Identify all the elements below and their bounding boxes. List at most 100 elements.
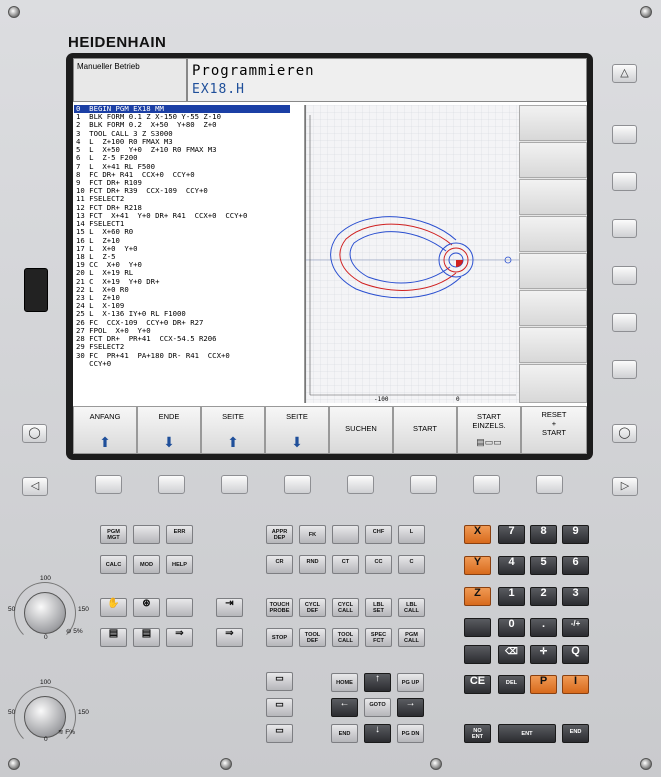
lbl-call-key[interactable]: LBL CALL [398,598,425,617]
positioning-key[interactable]: ⇥ [216,598,243,617]
no-ent-key[interactable]: NO ENT [464,724,491,743]
q-key[interactable]: Q [562,645,589,664]
num-3-key[interactable]: 3 [562,587,589,606]
vertical-softkey[interactable] [519,179,587,215]
mod-key[interactable]: MOD [133,555,160,574]
end-block-key[interactable]: END [562,724,589,743]
vertical-softkey[interactable] [519,253,587,289]
err-key[interactable]: ERR [166,525,193,544]
num-2-key[interactable]: 2 [530,587,557,606]
num-7-key[interactable]: 7 [498,525,525,544]
chf-key[interactable]: CHF [365,525,392,544]
backspace-key[interactable]: ⌫ [498,645,525,664]
end-key[interactable]: END [331,724,358,743]
cycl-call-key[interactable]: CYCL CALL [332,598,359,617]
softkey-seite-down[interactable]: SEITE ⬇ [265,406,329,454]
vertical-softkey[interactable] [519,290,587,326]
page-down-key[interactable]: PG DN [397,724,424,743]
softkey-anfang[interactable]: ANFANG ⬆ [73,406,137,454]
side-key[interactable] [612,219,637,238]
handwheel-mode-key[interactable]: ⊛ [133,598,160,617]
ent-key[interactable]: ENT [498,724,556,743]
side-key[interactable] [612,125,637,144]
appr-dep-key[interactable]: APPR DEP [266,525,293,544]
calc-key[interactable]: CALC [100,555,127,574]
ct-key[interactable]: CT [332,555,359,574]
axis-key[interactable] [464,645,491,664]
pgm-mgt-key[interactable]: PGM MGT [100,525,127,544]
vertical-softkey[interactable] [519,327,587,363]
axis-x-key[interactable]: X [464,525,491,544]
lbl-set-key[interactable]: LBL SET [365,598,392,617]
vertical-softkey[interactable] [519,364,587,403]
pgm-call-key[interactable]: PGM CALL [398,628,425,647]
num-1-key[interactable]: 1 [498,587,525,606]
num-8-key[interactable]: 8 [530,525,557,544]
arrow-down-key[interactable]: ↓ [364,724,391,743]
spindle-override-knob[interactable] [24,592,66,634]
blank-key[interactable] [332,525,359,544]
page-up-key[interactable]: PG UP [397,673,424,692]
help-key[interactable]: HELP [166,555,193,574]
horizontal-key[interactable] [221,475,248,494]
goto-key[interactable]: GOTO [364,698,391,717]
edit-mode-key[interactable]: ⇒ [216,628,243,647]
horizontal-key[interactable] [347,475,374,494]
side-key[interactable] [612,172,637,191]
horizontal-key[interactable] [158,475,185,494]
cc-key[interactable]: CC [365,555,392,574]
blank-key[interactable] [133,525,160,544]
softkey-cycle-left-button[interactable]: ◯ [22,424,47,443]
file-key[interactable]: ▭ [266,672,293,691]
softkey-start-einzels[interactable]: START EINZELS. ▤▭▭ [457,406,521,454]
tool-call-key[interactable]: TOOL CALL [332,628,359,647]
softkey-ende[interactable]: ENDE ⬇ [137,406,201,454]
horizontal-key[interactable] [410,475,437,494]
num-5-key[interactable]: 5 [530,556,557,575]
window-key[interactable]: ▭ [266,724,293,743]
ce-key[interactable]: CE [464,675,491,694]
sign-key[interactable]: -/+ [562,618,589,637]
vertical-softkey[interactable] [519,142,587,178]
screen-layout-button[interactable]: △ [612,64,637,83]
rnd-key[interactable]: RND [299,555,326,574]
num-4-key[interactable]: 4 [498,556,525,575]
keyboard-switch[interactable] [24,268,48,312]
program-listing[interactable]: 0 BEGIN PGM EX18 MM 1 BLK FORM 0.1 Z X-15… [74,105,305,403]
side-key[interactable] [612,313,637,332]
tool-def-key[interactable]: TOOL DEF [299,628,326,647]
side-key[interactable] [612,266,637,285]
touch-probe-key[interactable]: TOUCH PROBE [266,598,293,617]
blank-key[interactable] [166,598,193,617]
window-key[interactable]: ▭ [266,698,293,717]
home-key[interactable]: HOME [331,673,358,692]
program-run-full-key[interactable]: ▤ [100,628,127,647]
cycl-def-key[interactable]: CYCL DEF [299,598,326,617]
polar-key[interactable]: P [530,675,557,694]
vertical-softkey[interactable] [519,105,587,141]
program-run-single-key[interactable]: ▤ [133,628,160,647]
num-6-key[interactable]: 6 [562,556,589,575]
num-0-key[interactable]: 0 [498,618,525,637]
program-line[interactable]: CCY+0 [74,359,304,368]
softkey-start[interactable]: START [393,406,457,454]
manual-mode-key[interactable]: ✋ [100,598,127,617]
softkey-prev-button[interactable]: ◁ [22,477,48,496]
axis-z-key[interactable]: Z [464,587,491,606]
horizontal-key[interactable] [473,475,500,494]
softkey-suchen[interactable]: SUCHEN [329,406,393,454]
softkey-next-button[interactable]: ▷ [612,477,638,496]
axis-key[interactable] [464,618,491,637]
cr-key[interactable]: CR [266,555,293,574]
arrow-up-key[interactable]: ↑ [364,673,391,692]
incremental-key[interactable]: I [562,675,589,694]
actual-position-key[interactable]: ✛ [530,645,557,664]
decimal-key[interactable]: . [530,618,557,637]
vertical-softkey[interactable] [519,216,587,252]
horizontal-key[interactable] [536,475,563,494]
stop-key[interactable]: STOP [266,628,293,647]
line-key[interactable]: L [398,525,425,544]
axis-y-key[interactable]: Y [464,556,491,575]
side-key[interactable] [612,360,637,379]
softkey-cycle-right-button[interactable]: ◯ [612,424,637,443]
